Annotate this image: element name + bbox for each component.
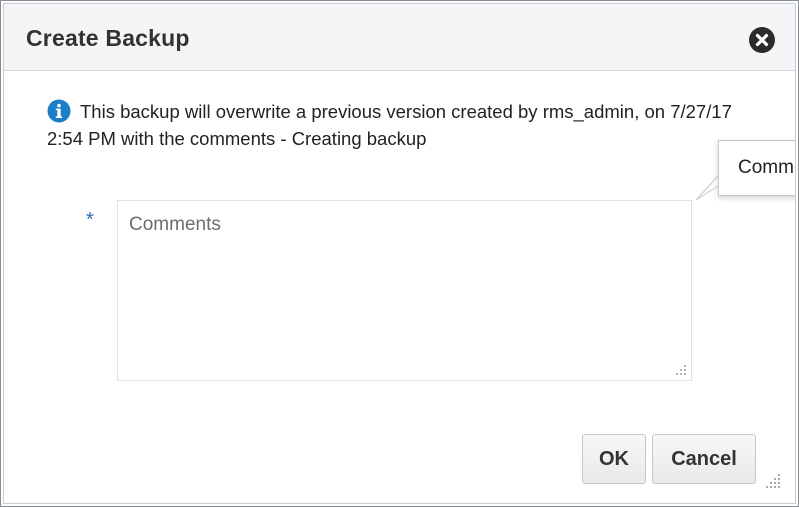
comments-input[interactable] xyxy=(118,201,691,380)
resize-grip-icon[interactable] xyxy=(675,364,687,376)
cancel-button[interactable]: Cancel xyxy=(652,434,756,484)
dialog-title: Create Backup xyxy=(26,25,190,51)
comments-tooltip: Comm xyxy=(718,140,795,196)
dialog-header: Create Backup xyxy=(4,4,795,71)
dialog-resize-grip-icon[interactable] xyxy=(765,473,781,489)
required-indicator: * xyxy=(86,209,94,231)
tooltip-text: Comm xyxy=(738,157,794,178)
ok-button[interactable]: OK xyxy=(582,434,646,484)
dialog-body: Create Backup This backup will overwrite… xyxy=(3,3,796,504)
info-message-text: This backup will overwrite a previous ve… xyxy=(47,101,732,149)
info-message: This backup will overwrite a previous ve… xyxy=(47,98,767,152)
comments-field[interactable] xyxy=(117,200,692,381)
close-icon[interactable] xyxy=(749,27,775,53)
create-backup-dialog: Create Backup This backup will overwrite… xyxy=(0,0,799,507)
